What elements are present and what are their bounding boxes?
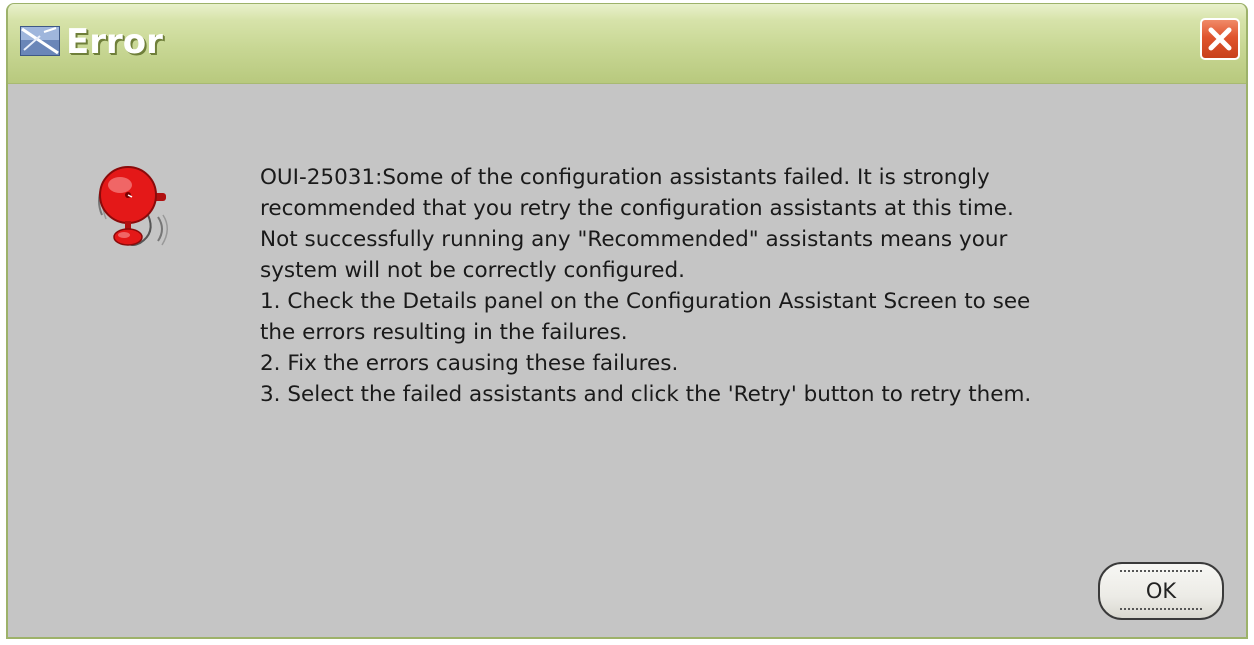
message-line: 2. Fix the errors causing these failures… (260, 351, 679, 376)
message-line: the errors resulting in the failures. (260, 320, 628, 345)
title-bar[interactable]: Error (8, 4, 1246, 84)
message-line: 1. Check the Details panel on the Config… (260, 289, 1031, 314)
window-title: Error (66, 22, 163, 62)
ok-button-label: OK (1145, 579, 1177, 603)
alarm-bell-icon (92, 157, 188, 253)
message-line: 3. Select the failed assistants and clic… (260, 382, 1032, 407)
message-line: Not successfully running any "Recommende… (260, 227, 1008, 252)
java-app-icon (19, 25, 61, 57)
message-line: OUI-25031:Some of the configuration assi… (260, 165, 990, 190)
error-message: OUI-25031:Some of the configuration assi… (260, 162, 1240, 410)
error-dialog: Error OUI-25031:Some of the configuratio… (6, 3, 1248, 639)
message-line: recommended that you retry the configura… (260, 196, 1014, 221)
ok-button[interactable]: OK (1098, 562, 1224, 620)
close-button[interactable] (1200, 18, 1240, 60)
dialog-content: OUI-25031:Some of the configuration assi… (8, 84, 1246, 637)
message-line: system will not be correctly configured. (260, 258, 685, 283)
